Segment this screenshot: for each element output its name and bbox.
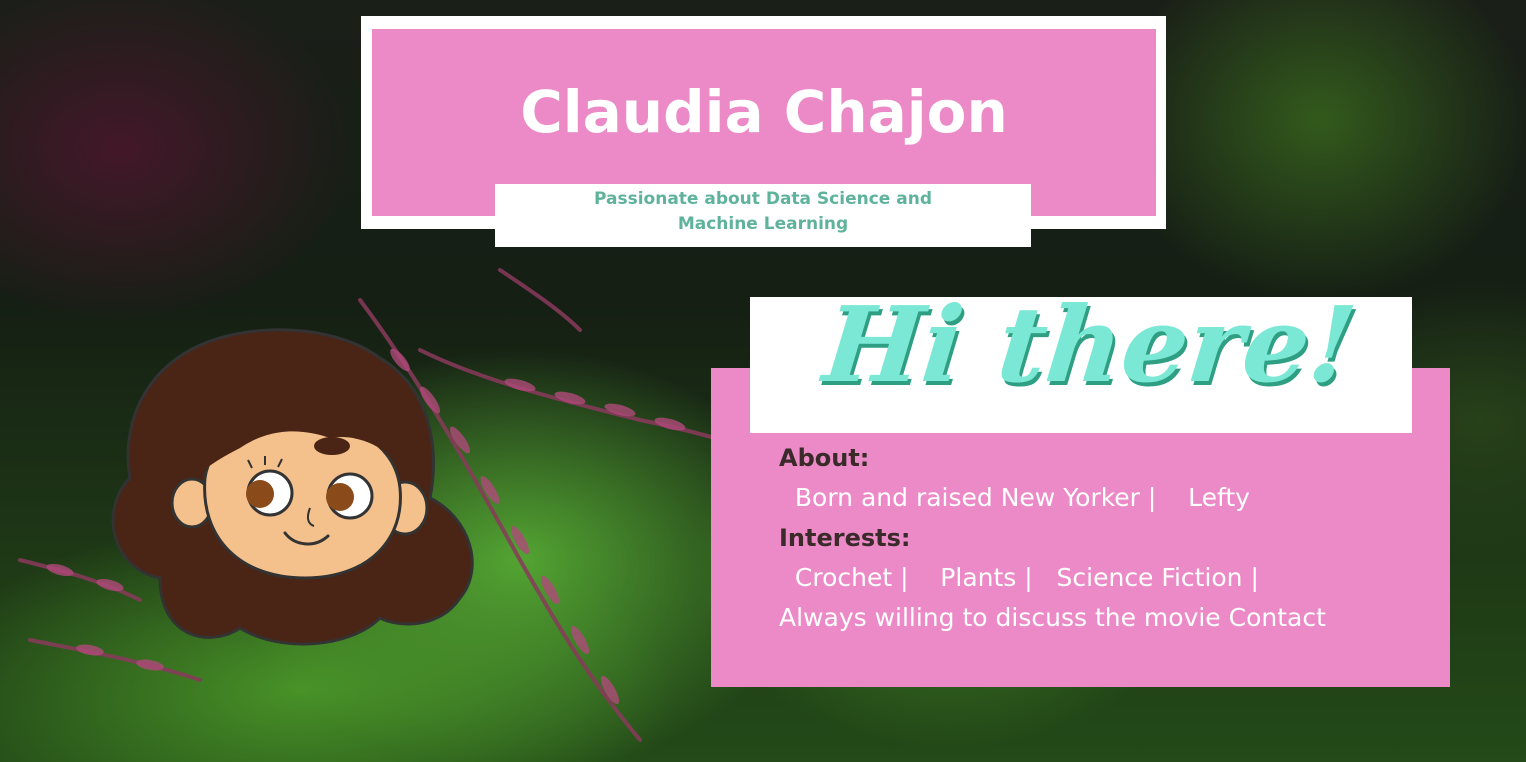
- about-heading: About:: [779, 444, 870, 472]
- profile-tagline: Passionate about Data Science and Machin…: [495, 187, 1031, 237]
- tagline-line-1: Passionate about Data Science and: [594, 189, 932, 209]
- greeting-text: Hi there!: [818, 283, 1362, 406]
- cartoon-girl-avatar-icon: [111, 328, 474, 646]
- interests-text-line-1: Crochet | Plants | Science Fiction |: [779, 563, 1259, 592]
- profile-name: Claudia Chajon: [520, 78, 1008, 146]
- about-text: Born and raised New Yorker | Lefty: [779, 483, 1250, 512]
- interests-text-line-2: Always willing to discuss the movie Cont…: [779, 603, 1326, 632]
- tagline-line-2: Machine Learning: [677, 214, 849, 234]
- interests-heading: Interests:: [779, 524, 911, 552]
